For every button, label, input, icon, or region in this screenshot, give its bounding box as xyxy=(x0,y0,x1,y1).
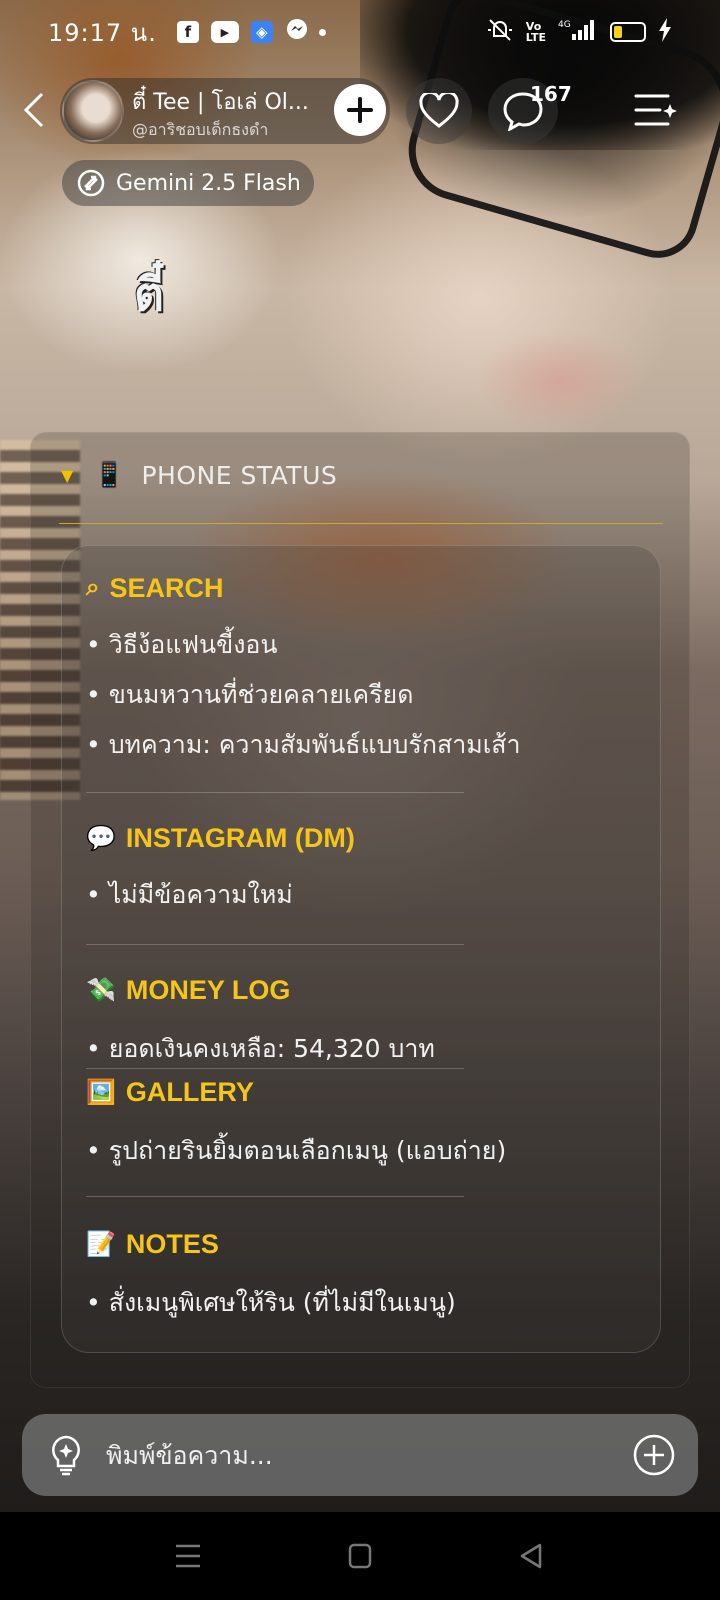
picture-icon: 🖼️ xyxy=(86,1078,116,1106)
panel-title: PHONE STATUS xyxy=(141,460,338,490)
chat-header: ตี๋ Tee | โอเล่ Ol... @อาริชอบเด็กธงดำ 1… xyxy=(0,76,720,146)
notes-title: NOTES xyxy=(125,1228,219,1259)
youtube-icon: ▶ xyxy=(210,21,239,43)
messenger-icon xyxy=(285,17,309,47)
status-indicators: Vo LTE 4G xyxy=(486,18,672,46)
money-log-section: 💸 MONEY LOG • ยอดเงินคงเหลือ: 54,320 บาท xyxy=(86,970,646,1074)
like-button[interactable] xyxy=(406,78,472,144)
list-item: • วิธีง้อแฟนขี้งอน xyxy=(86,630,278,659)
phone-status-toggle[interactable]: ▼ 📱 PHONE STATUS xyxy=(61,445,661,505)
message-composer xyxy=(22,1414,698,1496)
character-handle: @อาริชอบเด็กธงดำ xyxy=(132,120,269,139)
avatar[interactable] xyxy=(62,80,124,142)
section-title: 💸 MONEY LOG xyxy=(86,970,646,1010)
search-section: ⌕ SEARCH • วิธีง้อแฟนขี้งอน • ขนมหวานที่… xyxy=(86,568,646,770)
memo-icon: 📝 xyxy=(86,1230,116,1258)
plus-icon xyxy=(347,97,373,123)
list-item: • ยอดเงินคงเหลือ: 54,320 บาท xyxy=(86,1034,435,1063)
search-icon: ⌕ xyxy=(86,574,100,601)
model-name: Gemini 2.5 Flash xyxy=(116,170,301,196)
browser-icon: ◈ xyxy=(250,21,273,43)
character-name: ตี๋ Tee | โอเล่ Ol... xyxy=(132,90,309,115)
section-divider xyxy=(86,1196,464,1197)
status-card: ⌕ SEARCH • วิธีง้อแฟนขี้งอน • ขนมหวานที่… xyxy=(61,545,661,1353)
section-title: 🖼️ GALLERY xyxy=(86,1072,646,1112)
phone-status-panel: ▼ 📱 PHONE STATUS ⌕ SEARCH • วิธีง้อแฟนขี… xyxy=(30,432,690,1388)
search-title: SEARCH xyxy=(109,572,224,603)
gallery-title: GALLERY xyxy=(125,1076,254,1107)
message-input[interactable] xyxy=(106,1440,632,1470)
list-item: • ขนมหวานที่ช่วยคลายเครียด xyxy=(86,680,414,709)
status-time: 19:17 น. xyxy=(48,18,157,47)
signal-icon: 4G xyxy=(558,18,598,46)
nav-back-button[interactable] xyxy=(514,1540,550,1572)
model-switch-icon xyxy=(77,169,105,197)
follow-button[interactable] xyxy=(334,84,386,136)
notification-dot-icon xyxy=(318,28,326,36)
system-nav-bar xyxy=(0,1512,720,1600)
lightbulb-icon xyxy=(52,1435,80,1476)
battery-icon xyxy=(610,22,646,42)
menu-lines-icon xyxy=(176,1544,200,1568)
comment-count: 167 xyxy=(530,82,572,106)
menu-button[interactable] xyxy=(630,88,678,132)
list-sparkle-icon xyxy=(634,94,677,126)
volte-icon: Vo LTE xyxy=(525,20,546,44)
notes-section: 📝 NOTES • สั่งเมนูพิเศษให้ริน (ที่ไม่มีใ… xyxy=(86,1224,646,1328)
panel-divider xyxy=(59,523,663,524)
model-selector[interactable]: Gemini 2.5 Flash xyxy=(62,160,314,206)
square-icon xyxy=(348,1543,372,1569)
back-button[interactable] xyxy=(14,86,54,134)
instagram-section: 💬 INSTAGRAM (DM) • ไม่มีข้อความใหม่ xyxy=(86,818,646,920)
section-title: 💬 INSTAGRAM (DM) xyxy=(86,818,646,858)
triangle-back-icon xyxy=(520,1543,542,1569)
caret-down-icon: ▼ xyxy=(61,465,74,485)
svg-text:4G: 4G xyxy=(558,20,571,30)
recent-apps-button[interactable] xyxy=(170,1540,206,1572)
list-item: • รูปถ่ายรินยิ้มตอนเลือกเมนู (แอบถ่าย) xyxy=(86,1136,507,1165)
section-divider xyxy=(86,944,464,945)
facebook-icon: f xyxy=(176,21,199,43)
list-item: • ไม่มีข้อความใหม่ xyxy=(86,880,293,909)
battery-fill xyxy=(614,26,623,38)
plus-circle-icon xyxy=(633,1434,675,1476)
money-log-title: MONEY LOG xyxy=(125,974,291,1005)
instagram-title: INSTAGRAM (DM) xyxy=(125,822,355,853)
list-item: • สั่งเมนูพิเศษให้ริน (ที่ไม่มีในเมนู) xyxy=(86,1288,456,1317)
chat-bubble-icon: 💬 xyxy=(86,824,116,852)
section-divider xyxy=(86,792,464,793)
chevron-left-icon xyxy=(23,92,44,128)
gallery-section: 🖼️ GALLERY • รูปถ่ายรินยิ้มตอนเลือกเมนู … xyxy=(86,1072,646,1176)
money-icon: 💸 xyxy=(86,976,116,1004)
home-button[interactable] xyxy=(342,1540,378,1572)
suggestion-button[interactable] xyxy=(48,1433,84,1477)
logo-watermark: ตี๋ xyxy=(134,267,164,321)
section-title: 📝 NOTES xyxy=(86,1224,646,1264)
section-divider xyxy=(86,1068,464,1069)
attach-button[interactable] xyxy=(632,1433,676,1477)
charging-icon xyxy=(658,18,672,46)
section-title: ⌕ SEARCH xyxy=(86,568,646,608)
list-item: • บทความ: ความสัมพันธ์แบบรักสามเส้า xyxy=(86,730,521,759)
heart-icon xyxy=(419,93,459,128)
status-bar: 19:17 น. f ▶ ◈ Vo LTE 4G xyxy=(0,0,720,64)
mute-icon xyxy=(486,18,514,46)
phone-icon: 📱 xyxy=(93,460,126,489)
